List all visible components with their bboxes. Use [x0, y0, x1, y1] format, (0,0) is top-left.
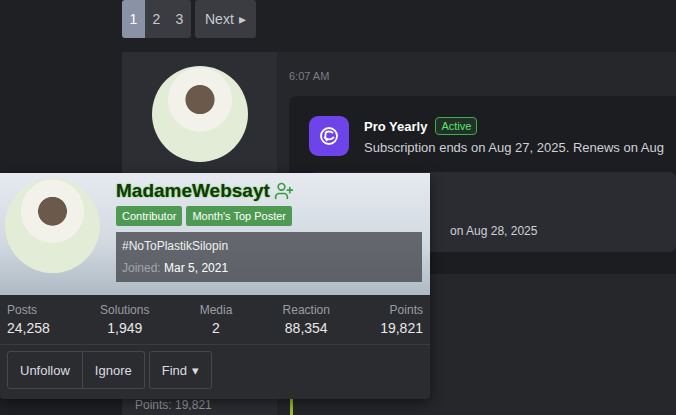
pagination: 123Next▸ [0, 0, 676, 38]
stat: Posts24,258 [7, 303, 50, 336]
plan-title: Pro Yearly [364, 119, 427, 134]
member-avatar[interactable] [5, 178, 100, 273]
member-header: MadameWebsayt ContributorMonth's Top Post… [0, 173, 430, 295]
member-info: #NoToPlastikSilopin Joined: Mar 5, 2021 [116, 232, 422, 282]
plan-detail: Subscription ends on Aug 27, 2025. Renew… [364, 140, 664, 155]
page: 123Next▸ Points: 19,821 6:07 AM Pro Yearly A… [0, 0, 676, 415]
find-button[interactable]: Find▾ [149, 351, 212, 389]
unfollow-button[interactable]: Unfollow [7, 351, 83, 389]
stat: Reaction88,354 [283, 303, 330, 336]
user-badge: Month's Top Poster [186, 206, 292, 226]
member-tooltip: MadameWebsayt ContributorMonth's Top Post… [0, 173, 430, 399]
status-badge: Active [435, 117, 477, 135]
user-badge: Contributor [116, 206, 182, 226]
member-name[interactable]: MadameWebsayt [116, 180, 270, 202]
next-icon: ▸ [239, 11, 246, 27]
page-group: 123 [122, 0, 191, 38]
member-stats: Posts24,258 Solutions1,949 Media2 Reaction8… [0, 295, 430, 345]
dropdown-icon: ▾ [192, 363, 199, 378]
page-button[interactable]: 1 [122, 0, 145, 38]
post-time[interactable]: 6:07 AM [289, 70, 676, 82]
member-actions: UnfollowIgnoreFind▾ [0, 345, 430, 399]
custom-title: #NoToPlastikSilopin [122, 239, 416, 253]
button-group: UnfollowIgnore [7, 351, 145, 389]
page-button[interactable]: 2 [145, 0, 168, 38]
author-avatar[interactable] [152, 66, 248, 162]
ignore-button[interactable]: Ignore [83, 351, 145, 389]
user-plus-icon[interactable] [274, 181, 294, 201]
page-button[interactable]: 3 [168, 0, 191, 38]
next-button[interactable]: Next▸ [195, 0, 256, 38]
app-logo-icon [309, 116, 349, 156]
author-points: Points: 19,821 [122, 398, 212, 415]
joined-date: Joined: Mar 5, 2021 [122, 261, 416, 275]
badges: ContributorMonth's Top Poster [116, 206, 422, 226]
stat: Points19,821 [380, 303, 423, 336]
stat: Solutions1,949 [100, 303, 149, 336]
renewal-date: on Aug 28, 2025 [450, 224, 537, 238]
subscription-row: Pro Yearly Active Subscription ends on Aug… [309, 116, 676, 156]
stat: Media2 [200, 303, 233, 336]
